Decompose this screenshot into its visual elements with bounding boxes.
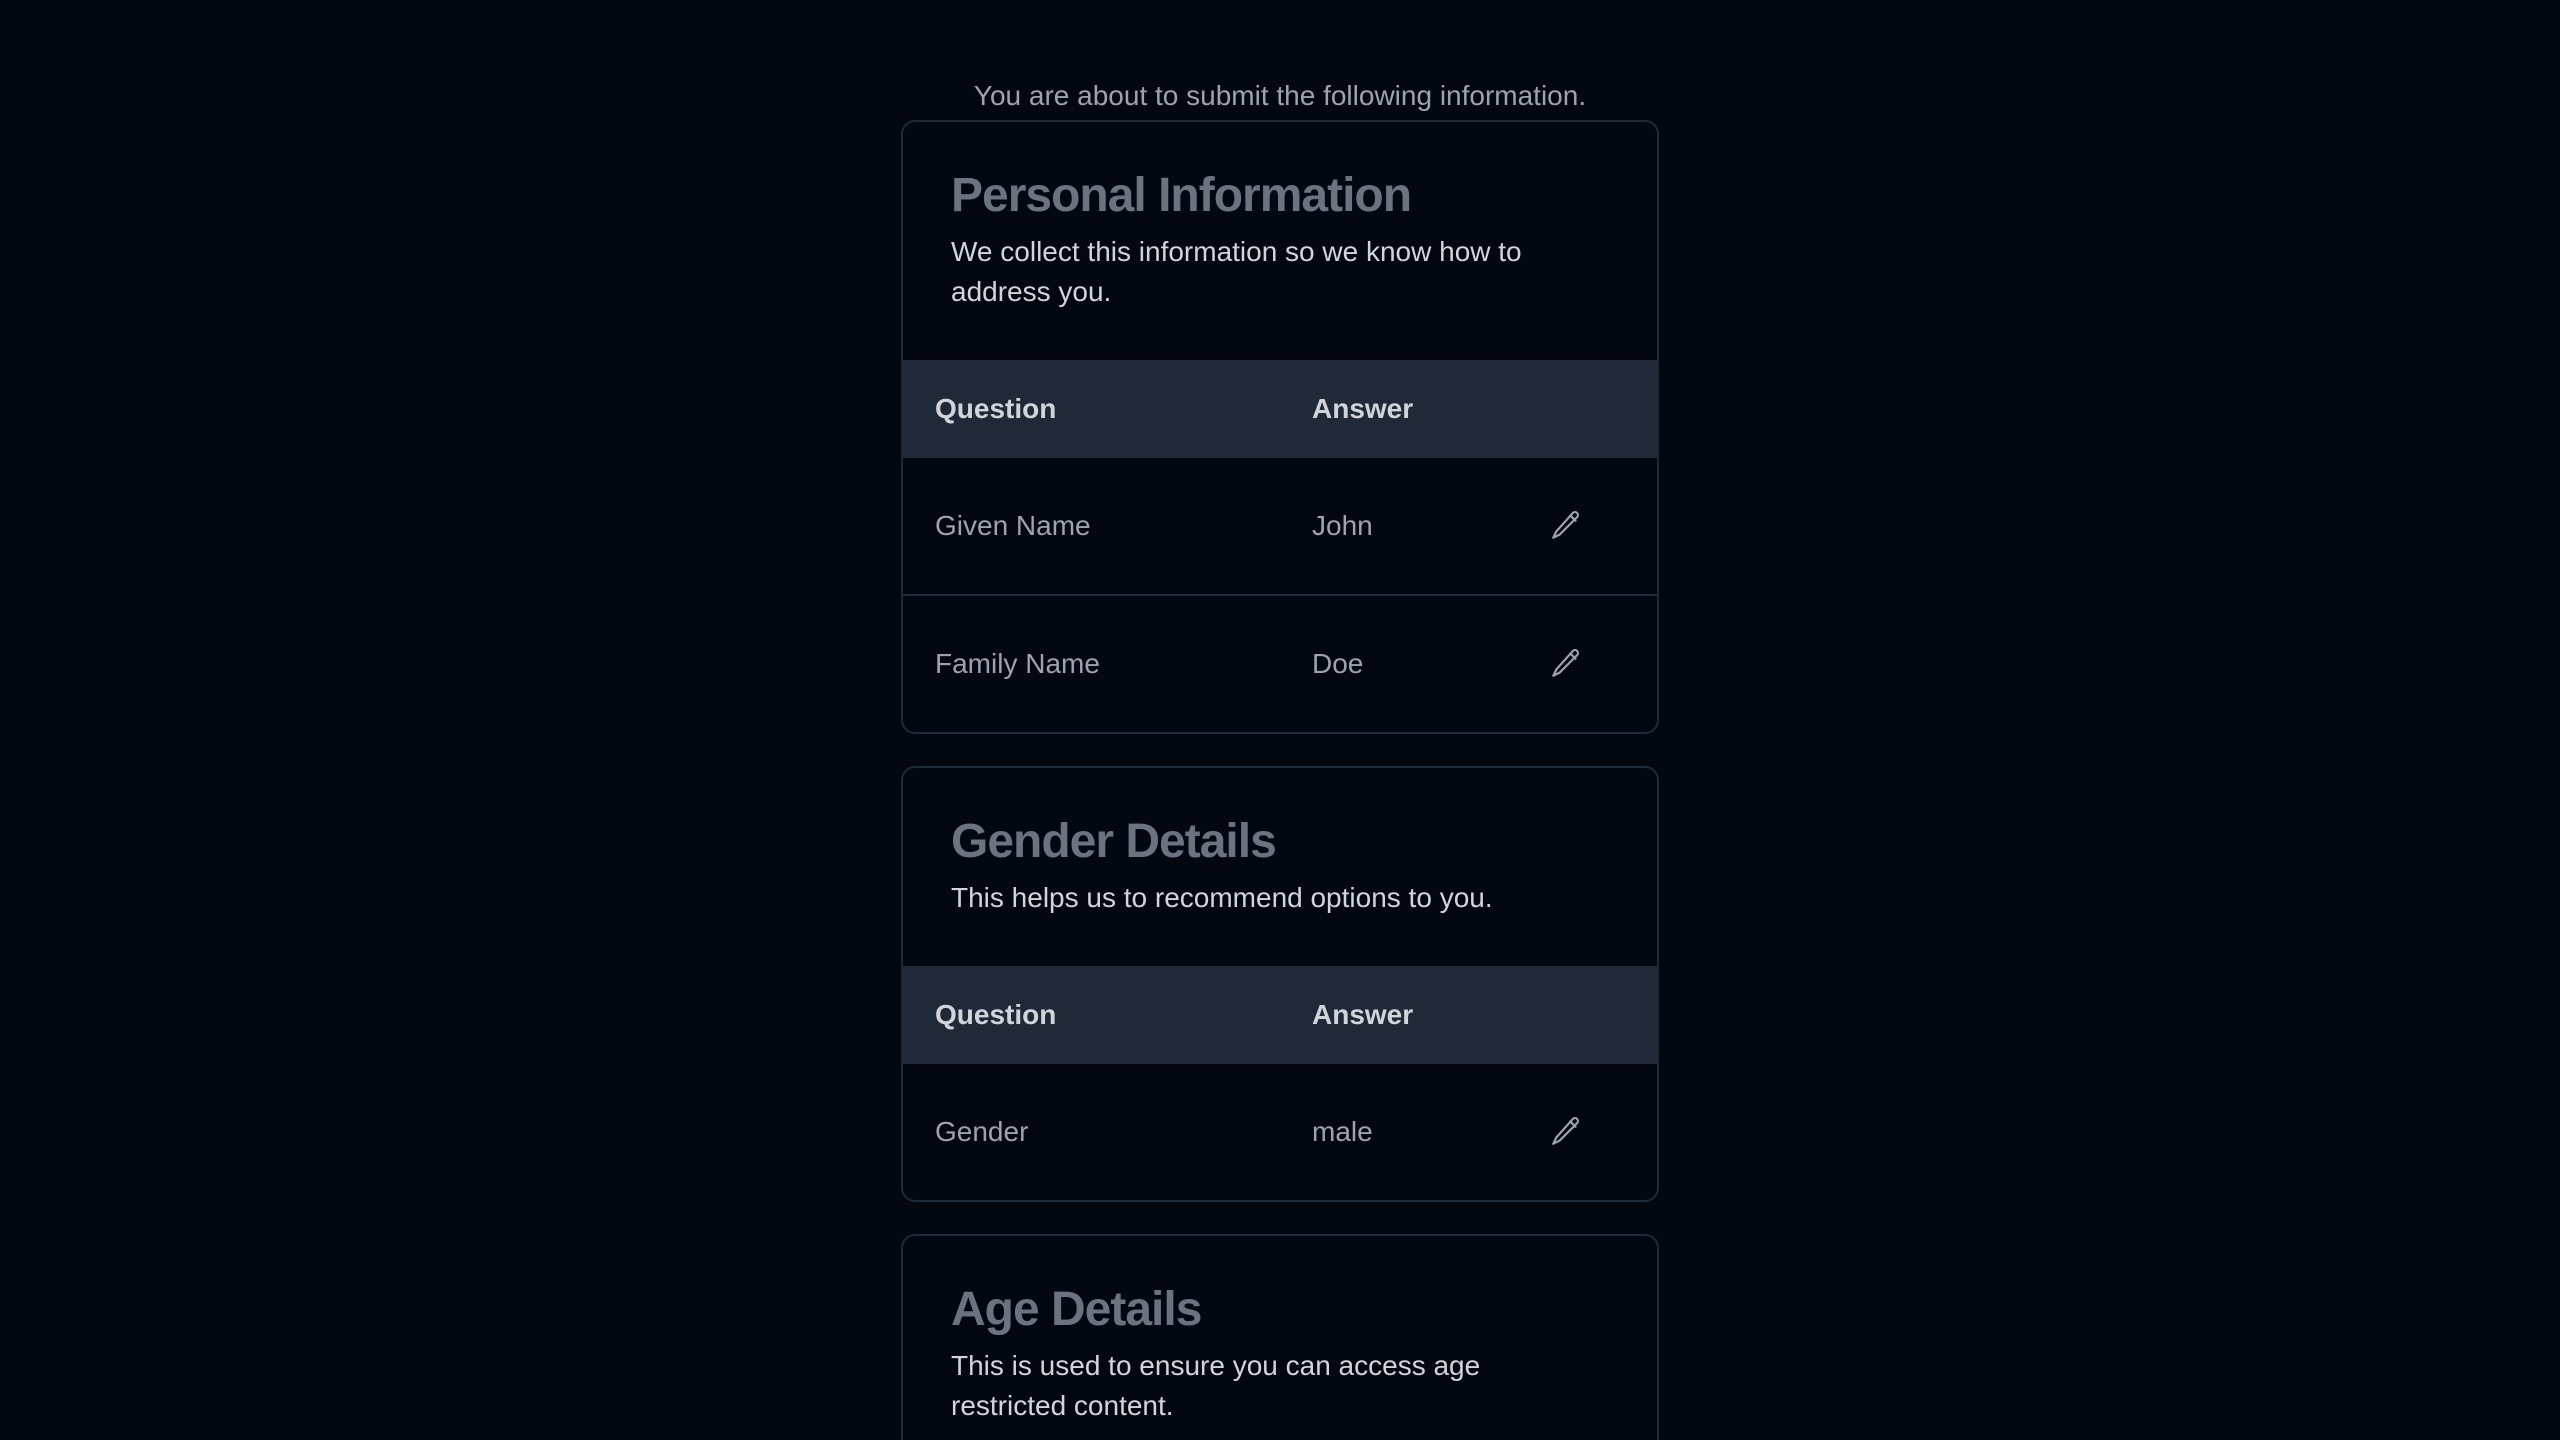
- card-title: Age Details: [951, 1283, 1202, 1336]
- intro-text: You are about to submit the following in…: [973, 80, 1587, 111]
- question-cell: Family Name: [903, 594, 1280, 732]
- column-header-question: Question: [935, 393, 1057, 424]
- column-header-actions: [1530, 966, 1657, 1064]
- table-row: Gender male: [903, 1064, 1657, 1200]
- edit-cell: [1530, 594, 1657, 732]
- edit-given-name-button[interactable]: [1544, 503, 1588, 547]
- column-header-answer: Answer: [1312, 999, 1414, 1030]
- card-description: This helps us to recommend options to yo…: [951, 882, 1493, 913]
- pencil-icon: [1552, 511, 1580, 539]
- edit-gender-button[interactable]: [1544, 1109, 1588, 1153]
- answer-cell: Doe: [1280, 594, 1530, 732]
- question-cell: Given Name: [935, 510, 1091, 541]
- age-details-card: Age Details This is used to ensure you c…: [901, 1234, 1659, 1440]
- review-page: You are about to submit the following in…: [0, 0, 2560, 1440]
- table-header-row: Question Answer: [903, 360, 1657, 458]
- edit-cell: [1530, 1064, 1657, 1200]
- card-header: Gender Details This helps us to recommen…: [903, 768, 1657, 966]
- answers-table: Question Answer Given Name John Family N…: [903, 360, 1657, 732]
- card-description: We collect this information so we know h…: [951, 236, 1522, 307]
- pencil-icon: [1552, 1117, 1580, 1145]
- column-header-answer: Answer: [1312, 393, 1414, 424]
- table-header-row: Question Answer: [903, 966, 1657, 1064]
- gender-details-card: Gender Details This helps us to recommen…: [901, 766, 1659, 1202]
- card-header: Personal Information We collect this inf…: [903, 122, 1657, 360]
- table-row: Given Name John: [903, 458, 1657, 595]
- answer-cell: male: [1312, 1116, 1373, 1147]
- personal-information-card: Personal Information We collect this inf…: [901, 120, 1659, 734]
- answer-cell: John: [1312, 510, 1373, 541]
- table-row: Family Name Doe: [903, 594, 1657, 732]
- column-header-actions: [1530, 360, 1657, 458]
- edit-cell: [1530, 458, 1657, 595]
- card-title: Personal Information: [951, 169, 1412, 222]
- question-cell: Gender: [935, 1116, 1029, 1147]
- edit-family-name-button[interactable]: [1544, 641, 1588, 685]
- card-description: This is used to ensure you can access ag…: [951, 1350, 1481, 1421]
- pencil-icon: [1552, 649, 1580, 677]
- answers-table: Question Answer Gender male: [903, 966, 1657, 1200]
- card-header: Age Details This is used to ensure you c…: [903, 1236, 1657, 1440]
- column-header-question: Question: [935, 999, 1057, 1030]
- review-cards: Personal Information We collect this inf…: [901, 120, 1659, 1440]
- card-title: Gender Details: [951, 815, 1277, 868]
